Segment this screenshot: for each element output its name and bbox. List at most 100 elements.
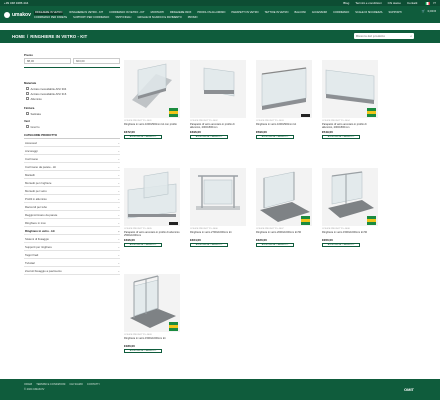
cart-widget[interactable]: 🛒 0,00 € <box>422 9 436 13</box>
nav-item[interactable]: SUPPORTI PER CORRIMANO <box>73 16 109 20</box>
add-to-cart-button[interactable]: AGGIUNGI AL CARRELLO <box>124 243 162 248</box>
nav-item[interactable]: BALCONI <box>294 11 305 15</box>
nav-item[interactable]: CORRIMANO PER PARETE <box>34 16 67 20</box>
category-item[interactable]: Accessori ⌄ <box>24 139 120 147</box>
price-max-input[interactable]: 603,00 <box>73 58 120 64</box>
product-image[interactable] <box>190 168 246 226</box>
product-name[interactable]: Ringhiera in vetro 2700x1000mm kit <box>190 231 246 237</box>
checkbox[interactable] <box>26 97 29 100</box>
product-image[interactable] <box>322 60 378 118</box>
chevron-down-icon[interactable]: ⌄ <box>117 157 120 161</box>
nav-item[interactable]: RINGHIERE IN VETRO <box>34 10 64 15</box>
chevron-down-icon[interactable]: ⌄ <box>117 165 120 169</box>
product-card[interactable]: CODICE PRODOTTO: 4002 Parapetto di vetro … <box>190 60 246 140</box>
product-card[interactable]: CODICE PRODOTTO: 4008 Ringhiera in vetro … <box>322 168 378 248</box>
category-item[interactable]: Morsetti per vetro ⌄ <box>24 187 120 195</box>
category-item[interactable]: Ringhiere in vetro - kit ⌄ <box>24 227 120 235</box>
nav-item[interactable]: TETTOIE IN VETRO <box>265 11 289 15</box>
nav-item[interactable]: RINGHIERE IN VETRO - KIT <box>69 11 103 15</box>
product-name[interactable]: Ringhiera in vetro 1500x1000mm kit <box>124 337 180 343</box>
top-link-about[interactable]: Chi siamo <box>388 1 401 5</box>
add-to-cart-button[interactable]: AGGIUNGI AL CARRELLO <box>256 135 294 140</box>
product-name[interactable]: Ringhiera in vetro 1000x500mm kit con pr… <box>124 123 180 129</box>
chevron-down-icon[interactable]: ⌄ <box>117 261 120 265</box>
product-name[interactable]: Ringhiera in vetro 1500x1000mm kit 50 <box>322 231 378 237</box>
add-to-cart-button[interactable]: AGGIUNGI AL CARRELLO <box>124 135 162 140</box>
nav-item[interactable]: SUPPORTI <box>389 11 402 15</box>
product-card[interactable]: CODICE PRODOTTO: 4004 Parapetto di vetro … <box>322 60 378 140</box>
chevron-down-icon[interactable]: ⌄ <box>117 181 120 185</box>
product-image[interactable] <box>124 168 180 226</box>
top-link-blog[interactable]: Blog <box>343 1 349 5</box>
category-item[interactable]: Mantelli ⌄ <box>24 171 120 179</box>
chevron-down-icon[interactable]: ⌄ <box>117 229 120 233</box>
category-item[interactable]: Corrimano da parete - kit ⌄ <box>24 163 120 171</box>
product-card[interactable]: CODICE PRODOTTO: 4005 Parapetto di vetro … <box>124 168 180 248</box>
nav-item[interactable]: MONTANTI <box>151 11 164 15</box>
product-image[interactable] <box>124 274 180 332</box>
chevron-down-icon[interactable]: ⌄ <box>117 189 120 193</box>
footer-link[interactable]: TERMINI E CONDIZIONI <box>36 383 65 386</box>
add-to-cart-button[interactable]: AGGIUNGI AL CARRELLO <box>190 243 228 248</box>
chevron-down-icon[interactable]: ⌄ <box>117 237 120 241</box>
chevron-down-icon[interactable]: ⌄ <box>117 245 120 249</box>
category-item[interactable]: Supporti per ringhiere ⌄ <box>24 243 120 251</box>
category-item[interactable]: Raccordi per tubo ⌄ <box>24 203 120 211</box>
checkbox[interactable] <box>26 125 29 128</box>
category-item[interactable]: Tappi finali ⌄ <box>24 251 120 259</box>
product-name[interactable]: Parapetto di vetro ancorato in profilo d… <box>190 123 246 129</box>
search-icon[interactable]: ⌕ <box>410 34 412 38</box>
add-to-cart-button[interactable]: AGGIUNGI AL CARRELLO <box>322 243 360 248</box>
price-min-input[interactable]: 88,00 <box>24 58 71 64</box>
add-to-cart-button[interactable]: AGGIUNGI AL CARRELLO <box>322 135 360 140</box>
nav-item[interactable]: CORRIMANO IN VETRO - KIT <box>109 11 144 15</box>
phone-number[interactable]: +39 348 3486 444 <box>4 1 343 5</box>
chevron-down-icon[interactable]: ⌄ <box>117 149 120 153</box>
product-image[interactable] <box>256 60 312 118</box>
product-search-input[interactable]: Ricerca del prodotto ⌕ <box>354 33 414 39</box>
vent-option[interactable]: Grezzo <box>24 124 120 129</box>
chevron-down-icon[interactable]: ⌄ <box>117 141 120 145</box>
top-link-contacts[interactable]: Contatti <box>407 1 417 5</box>
category-item[interactable]: Reggicorrimano da parete ⌄ <box>24 211 120 219</box>
product-card[interactable]: CODICE PRODOTTO: 4009 Ringhiera in vetro … <box>124 274 180 354</box>
category-item[interactable]: Sistemi di fissaggio ⌄ <box>24 235 120 243</box>
nav-item[interactable]: ACCESSORI <box>312 11 327 15</box>
category-item[interactable]: Ancoraggi ⌄ <box>24 147 120 155</box>
footer-link[interactable]: CHI SIAMO <box>69 383 83 386</box>
product-name[interactable]: Ringhiera in vetro 1000x500mm kit <box>256 123 312 129</box>
add-to-cart-button[interactable]: AGGIUNGI AL CARRELLO <box>190 135 228 140</box>
nav-item[interactable]: RINGHIERE INOX <box>170 11 191 15</box>
product-name[interactable]: Parapetto di vetro ancorato in profilo d… <box>124 231 180 237</box>
product-card[interactable]: CODICE PRODOTTO: 4003 Ringhiera in vetro … <box>256 60 312 140</box>
nav-item[interactable]: PARAPETTI IN VETRO <box>231 11 258 15</box>
nav-item[interactable]: GRIGLIE DI SCARICO E PAVIMENTO <box>137 16 181 20</box>
product-image[interactable] <box>190 60 246 118</box>
price-slider[interactable] <box>24 67 120 68</box>
footer-link[interactable]: CONTATTI <box>87 383 100 386</box>
category-item[interactable]: Ringhiere in inox ⌄ <box>24 219 120 227</box>
checkbox[interactable] <box>26 112 29 115</box>
category-item[interactable]: Profili in alluminio ⌄ <box>24 195 120 203</box>
product-card[interactable]: CODICE PRODOTTO: 4007 Ringhiera in vetro … <box>256 168 312 248</box>
product-name[interactable]: Parapetto di vetro ancorato in profilo d… <box>322 123 378 129</box>
product-card[interactable]: CODICE PRODOTTO: 4006 Ringhiera in vetro … <box>190 168 246 248</box>
nav-item[interactable]: SCALE DI SICUREZZA <box>355 11 382 15</box>
site-logo[interactable]: umakov <box>4 11 34 18</box>
chevron-down-icon[interactable]: ⌄ <box>117 213 120 217</box>
chevron-down-icon[interactable]: ⌄ <box>117 221 120 225</box>
nav-item[interactable]: PROMO <box>188 16 198 20</box>
product-image[interactable] <box>322 168 378 226</box>
product-card[interactable]: CODICE PRODOTTO: 4001 Ringhiera in vetro … <box>124 60 180 140</box>
product-name[interactable]: Ringhiera in vetro 2000x1000mm kit 50 <box>256 231 312 237</box>
category-item[interactable]: Tubolari ⌄ <box>24 259 120 267</box>
material-option[interactable]: Alluminio <box>24 96 120 101</box>
breadcrumb-home[interactable]: HOME <box>12 34 25 39</box>
product-image[interactable] <box>124 60 180 118</box>
chevron-down-icon[interactable]: ⌄ <box>117 173 120 177</box>
checkbox[interactable] <box>26 87 29 90</box>
nav-item[interactable]: PROFILI IN ALLUMINIO <box>197 11 225 15</box>
add-to-cart-button[interactable]: AGGIUNGI AL CARRELLO <box>124 349 162 354</box>
nav-item[interactable]: CORRIMANO <box>333 11 349 15</box>
product-image[interactable] <box>256 168 312 226</box>
